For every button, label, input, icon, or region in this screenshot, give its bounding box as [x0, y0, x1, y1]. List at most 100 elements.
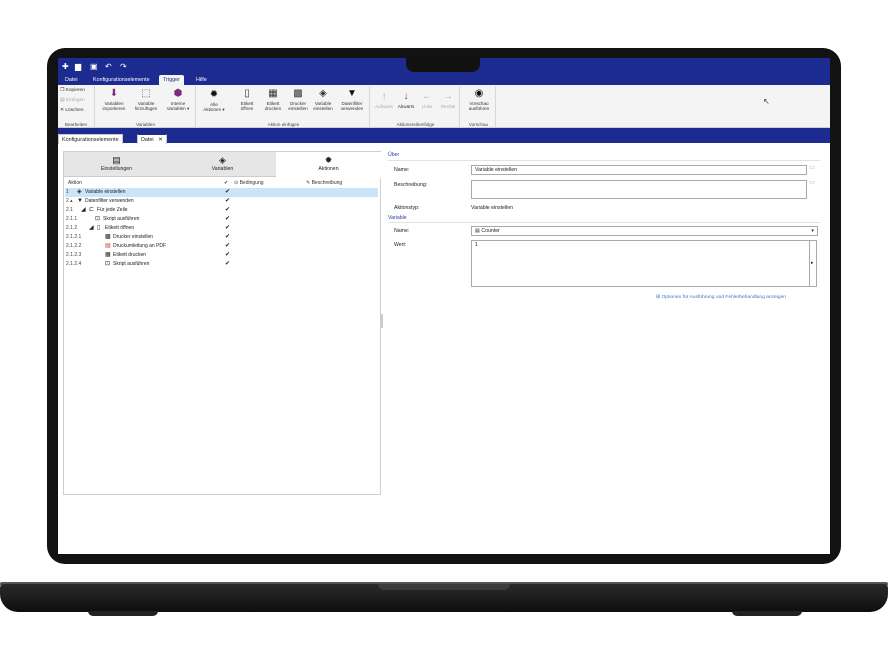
table-row[interactable]: 2.1.2.2 ▤ Druckumleitung an PDF ✔ — [65, 242, 378, 251]
doc-tab-datei[interactable]: Datei ✕ — [137, 134, 167, 144]
row-label: Skript ausführen — [103, 216, 140, 222]
redo-icon[interactable]: ↷ — [120, 62, 127, 71]
add-variable-button[interactable]: ⬚ Variable hinzufügen — [131, 88, 161, 111]
move-left-button[interactable]: ← Links — [417, 91, 437, 109]
tab-konfigurationselemente[interactable]: Konfigurationselemente — [89, 75, 154, 85]
table-row[interactable]: 2.1.2.3 ▦ Etikett drucken ✔ — [65, 251, 378, 260]
col-header-action: Aktion — [68, 180, 82, 186]
row-enabled-checkbox[interactable]: ✔ — [225, 224, 230, 233]
row-number: 2.1.2 — [66, 225, 78, 231]
run-preview-button[interactable]: ◉ Vorschau ausführen — [464, 88, 494, 111]
all-actions-button[interactable]: ✹ Alle Aktionen ▾ — [200, 89, 228, 112]
panel-tabs: ▤ Einstellungen ◈ Variablen ✹ Aktionen — [64, 152, 381, 178]
script-icon: ⊡ — [105, 261, 111, 267]
name-input[interactable]: Variable einstellen — [471, 165, 807, 175]
copy-button[interactable]: ❐ Kopieren — [60, 88, 85, 93]
row-enabled-checkbox[interactable]: ✔ — [225, 260, 230, 269]
options-link-label: Optionen für Ausführung und Fehlerbehand… — [661, 295, 787, 300]
open-folder-icon[interactable]: ▆ — [75, 62, 81, 71]
new-icon[interactable]: ✚ — [62, 62, 69, 71]
printer-icon: ▦ — [268, 88, 278, 99]
play-icon: ◉ — [474, 88, 484, 99]
delete-label: Löschen — [65, 108, 84, 113]
use-data-filter-button[interactable]: ▼ Datenfilter verwenden — [336, 88, 368, 111]
table-row[interactable]: 2.1.2.4 ⊡ Skript ausführen ✔ — [65, 260, 378, 269]
condition-icon: ⊙ — [234, 180, 239, 186]
row-enabled-checkbox[interactable]: ✔ — [225, 215, 230, 224]
row-enabled-checkbox[interactable]: ✔ — [225, 188, 230, 197]
comment-icon[interactable]: ▭ — [809, 164, 815, 171]
section-divider — [388, 160, 820, 161]
tab-variablen[interactable]: ◈ Variablen — [170, 152, 275, 177]
ribbon: ❐ Kopieren ▤ Einfügen ✕ Löschen Bearbeit… — [58, 85, 830, 128]
tab-trigger[interactable]: Trigger — [159, 75, 184, 85]
group-label-vorschau: Vorschau — [468, 122, 489, 127]
delete-button[interactable]: ✕ Löschen — [60, 108, 84, 113]
table-row[interactable]: 2.1.2.1 ▩ Drucker einstellen ✔ — [65, 233, 378, 242]
table-row[interactable]: 1 ◈ Variable einstellen ✔ — [65, 188, 378, 197]
description-input[interactable] — [471, 180, 807, 199]
tab-einstellungen[interactable]: ▤ Einstellungen — [64, 152, 169, 177]
internal-variables-icon: ⬢ — [173, 88, 183, 99]
col-header-description[interactable]: ✎ Beschreibung — [306, 180, 342, 186]
row-label: Drucker einstellen — [113, 234, 154, 240]
close-icon[interactable]: ✕ — [158, 137, 163, 143]
set-printer-button[interactable]: ▩ Drucker einstellen — [284, 88, 312, 111]
value-input[interactable]: 1 — [471, 240, 810, 287]
collapse-icon[interactable]: ◢ — [81, 206, 88, 215]
tab-einstellungen-label: Einstellungen — [100, 166, 133, 172]
loop-icon: ⊏ — [89, 207, 95, 213]
col-header-condition[interactable]: ⊙ Bedingung — [234, 180, 264, 186]
row-enabled-checkbox[interactable]: ✔ — [225, 206, 230, 215]
row-number: 2 ▴ — [66, 198, 73, 204]
comment-icon[interactable]: ▭ — [809, 179, 815, 186]
section-divider — [388, 222, 820, 223]
arrow-right-icon: ▸ — [811, 260, 814, 266]
open-label-button[interactable]: ▯ Etikett öffnen — [234, 88, 260, 111]
row-enabled-checkbox[interactable]: ✔ — [225, 251, 230, 260]
table-row[interactable]: 2.1.2 ◢ ▯ Etikett öffnen ✔ — [65, 224, 378, 233]
tab-datei[interactable]: Datei — [61, 75, 82, 85]
chevron-down-icon[interactable]: ▾ — [811, 228, 814, 234]
value-expand-button[interactable]: ▸ — [809, 240, 817, 287]
row-label: Datenfilter verwenden — [85, 198, 134, 204]
row-number: 1 — [66, 189, 69, 195]
row-enabled-checkbox[interactable]: ✔ — [225, 242, 230, 251]
print-label-button[interactable]: ▦ Etikett drucken — [260, 88, 286, 111]
section-variable: Variable — [388, 215, 407, 221]
all-actions-label: Alle Aktionen ▾ — [203, 102, 225, 112]
table-row[interactable]: 2.1 ◢ ⊏ Für jede Zeile ✔ — [65, 206, 378, 215]
set-variable-button[interactable]: ◈ Variable einstellen — [310, 88, 336, 111]
open-label-icon: ▯ — [244, 88, 250, 99]
tab-aktionen[interactable]: ✹ Aktionen — [276, 152, 381, 178]
tab-variablen-label: Variablen — [211, 166, 234, 172]
variable-name-select[interactable]: ▤ Counter ▾ — [471, 226, 818, 236]
ribbon-tabs: Datei Konfigurationselemente Trigger Hil… — [58, 75, 830, 85]
move-left-label: Links — [421, 104, 433, 109]
move-up-button[interactable]: ↑ Aufwärts — [372, 91, 396, 109]
import-variables-button[interactable]: ⬇ Variablen importieren — [99, 88, 129, 111]
paste-button[interactable]: ▤ Einfügen — [60, 98, 85, 103]
table-row[interactable]: 2 ▴ ▼ Datenfilter verwenden ✔ — [65, 197, 378, 206]
tab-hilfe[interactable]: Hilfe — [192, 75, 211, 85]
save-icon[interactable]: ▣ — [90, 62, 98, 71]
set-printer-label: Drucker einstellen — [288, 101, 308, 111]
group-variablen: ⬇ Variablen importieren ⬚ Variable hinzufü… — [96, 86, 196, 127]
row-enabled-checkbox[interactable]: ✔ — [225, 233, 230, 242]
variable-name-label: Name: — [394, 228, 410, 234]
row-enabled-checkbox[interactable]: ✔ — [225, 197, 230, 206]
panel-splitter[interactable] — [380, 314, 383, 328]
cube-icon: ◈ — [219, 155, 226, 165]
move-down-button[interactable]: ↓ Abwärts — [395, 91, 417, 109]
options-link[interactable]: ⊞ Optionen für Ausführung und Fehlerbeha… — [656, 294, 786, 300]
table-row[interactable]: 2.1.1 ⊡ Skript ausführen ✔ — [65, 215, 378, 224]
add-variable-icon: ⬚ — [141, 88, 151, 99]
move-right-button[interactable]: → Rechts — [437, 91, 459, 109]
collapse-icon[interactable]: ◢ — [89, 224, 96, 233]
doc-tab-konfigurationselemente[interactable]: Konfigurationselemente — [58, 134, 123, 144]
laptop-foot-left — [88, 611, 158, 616]
delete-icon: ✕ — [60, 108, 65, 113]
undo-icon[interactable]: ↶ — [105, 62, 112, 71]
tab-aktionen-label: Aktionen — [318, 166, 339, 172]
internal-variables-button[interactable]: ⬢ Interne Variablen ▾ — [163, 88, 193, 111]
